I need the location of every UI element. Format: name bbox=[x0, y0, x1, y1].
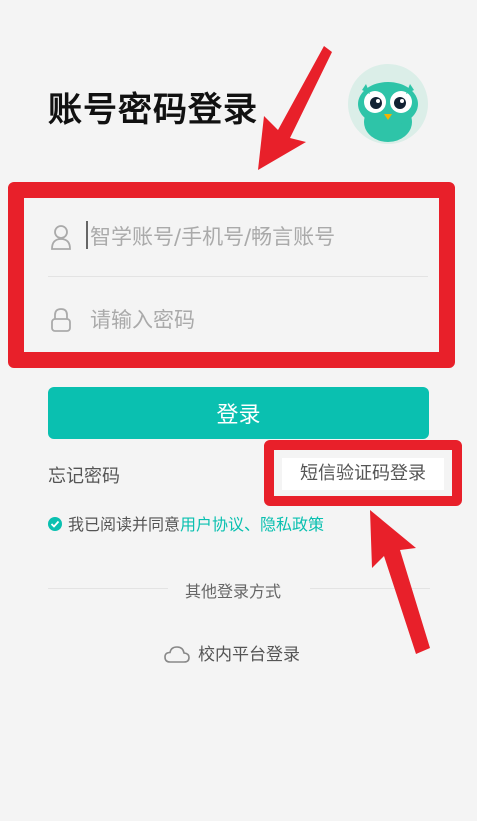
owl-avatar-icon bbox=[348, 64, 428, 144]
user-agreement-link[interactable]: 用户协议 bbox=[180, 515, 244, 534]
privacy-policy-link[interactable]: 隐私政策 bbox=[260, 515, 324, 534]
check-icon[interactable] bbox=[48, 517, 62, 531]
other-login-label: 其他登录方式 bbox=[185, 582, 282, 601]
cloud-icon bbox=[164, 646, 190, 663]
campus-login-label: 校内平台登录 bbox=[198, 645, 300, 665]
campus-login-button[interactable]: 校内平台登录 bbox=[164, 640, 300, 665]
login-button[interactable]: 登录 bbox=[48, 387, 429, 439]
page-title: 账号密码登录 bbox=[48, 90, 258, 130]
annotation-arrow-top-icon bbox=[258, 46, 332, 170]
divider-left bbox=[48, 588, 168, 589]
annotation-arrow-bottom-icon bbox=[370, 510, 430, 654]
forgot-password-link[interactable]: 忘记密码 bbox=[48, 462, 120, 488]
annotation-highlight-form bbox=[8, 182, 455, 368]
agreement-prefix: 我已阅读并同意 bbox=[68, 515, 181, 534]
agreement-row: 我已阅读并同意用户协议、隐私政策 bbox=[48, 511, 324, 535]
sms-login-button[interactable]: 短信验证码登录 bbox=[282, 458, 444, 490]
agreement-separator: 、 bbox=[244, 515, 261, 534]
